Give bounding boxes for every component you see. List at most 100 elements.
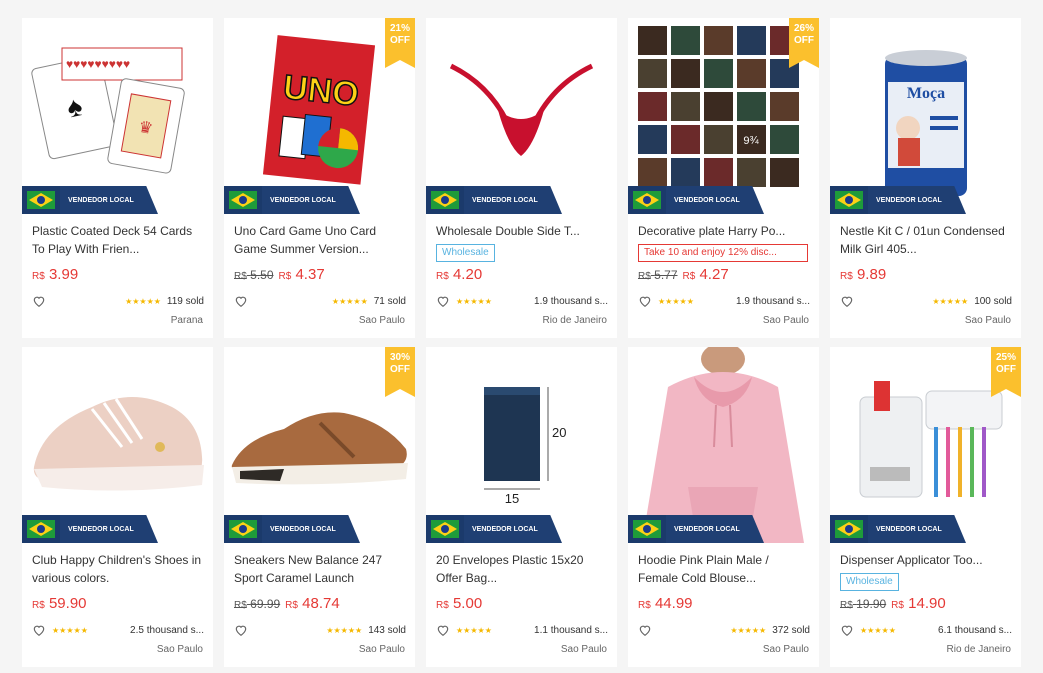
- current-price: R$ 4.27: [682, 266, 729, 283]
- product-title[interactable]: Dispenser Applicator Too...: [840, 551, 1012, 569]
- product-image[interactable]: VENDEDOR LOCAL: [426, 18, 617, 214]
- product-title[interactable]: Decorative plate Harry Po...: [638, 222, 810, 240]
- star-rating: ★★★★★: [52, 625, 88, 635]
- uno-logo-text: UNO: [281, 68, 360, 114]
- decorative-plate-tile: [704, 125, 733, 154]
- product-image[interactable]: ♠ ♥♥♥♥♥♥♥♥♥ ♛ VENDEDOR LOCAL: [22, 18, 213, 214]
- heart-icon[interactable]: [840, 623, 854, 637]
- current-price: R$ 44.99: [638, 595, 693, 612]
- product-meta: ★★★★★ 119 sold: [32, 294, 204, 308]
- seller-location: Sao Paulo: [762, 315, 809, 326]
- price-row: R$ 5.50 R$ 4.37: [234, 266, 325, 283]
- heart-icon[interactable]: [436, 623, 450, 637]
- star-rating: ★★★★★: [456, 296, 492, 306]
- product-meta: ★★★★★ 143 sold: [234, 623, 406, 637]
- product-card[interactable]: 9¾ 26% OFF VENDEDOR LOCAL Decorative pla…: [628, 18, 819, 338]
- local-seller-badge: VENDEDOR LOCAL: [628, 515, 764, 543]
- seller-location: Sao Paulo: [964, 315, 1011, 326]
- heart-icon[interactable]: [638, 623, 652, 637]
- brazil-flag-icon: [628, 515, 666, 543]
- seller-location: Sao Paulo: [358, 644, 405, 655]
- decorative-plate-tile: [737, 158, 766, 187]
- seller-location: Rio de Janeiro: [946, 644, 1011, 655]
- sold-count: 1.9 thousand s...: [534, 295, 608, 307]
- product-image[interactable]: 15 20 VENDEDOR LOCAL: [426, 347, 617, 543]
- product-card[interactable]: VENDEDOR LOCAL Hoodie Pink Plain Male / …: [628, 347, 819, 667]
- product-image[interactable]: 30% OFF VENDEDOR LOCAL: [224, 347, 415, 543]
- product-image[interactable]: Moça VENDEDOR LOCAL: [830, 18, 1021, 214]
- product-card[interactable]: 15 20 VENDEDOR LOCAL 20 Envelopes Plasti…: [426, 347, 617, 667]
- product-card[interactable]: UNO 21% OFF VENDEDOR LOCAL Uno Card Game…: [224, 18, 415, 338]
- price-row: R$ 3.99: [32, 266, 78, 283]
- product-image[interactable]: 9¾ 26% OFF VENDEDOR LOCAL: [628, 18, 819, 214]
- local-seller-badge: VENDEDOR LOCAL: [22, 515, 158, 543]
- local-seller-label: VENDEDOR LOCAL: [868, 515, 966, 543]
- heart-icon[interactable]: [32, 623, 46, 637]
- product-title[interactable]: Hoodie Pink Plain Male / Female Cold Blo…: [638, 551, 810, 587]
- sold-count: 100 sold: [974, 295, 1012, 307]
- moca-logo-text: Moça: [907, 85, 945, 102]
- product-card[interactable]: VENDEDOR LOCAL Wholesale Double Side T..…: [426, 18, 617, 338]
- product-card[interactable]: 30% OFF VENDEDOR LOCAL Sneakers New Bala…: [224, 347, 415, 667]
- star-rating: ★★★★★: [658, 296, 694, 306]
- discount-badge: 21% OFF: [385, 18, 415, 68]
- original-price: R$ 69.99: [234, 597, 281, 611]
- pink-shoe-image: [33, 397, 204, 491]
- heart-icon[interactable]: [234, 294, 248, 308]
- envelope-width-label: 15: [505, 491, 519, 506]
- product-title[interactable]: Sneakers New Balance 247 Sport Caramel L…: [234, 551, 406, 587]
- heart-icon[interactable]: [32, 294, 46, 308]
- decorative-plate-tile: [737, 92, 766, 121]
- product-image[interactable]: VENDEDOR LOCAL: [628, 347, 819, 543]
- discount-badge: 30% OFF: [385, 347, 415, 397]
- product-title[interactable]: Wholesale Double Side T...: [436, 222, 608, 240]
- decorative-plate-tile: [638, 59, 667, 88]
- product-title[interactable]: Club Happy Children's Shoes in various c…: [32, 551, 204, 587]
- original-price: R$ 19.90: [840, 597, 887, 611]
- discount-badge: 26% OFF: [789, 18, 819, 68]
- sold-count: 1.9 thousand s...: [736, 295, 810, 307]
- decorative-plate-tile: [638, 26, 667, 55]
- brazil-flag-icon: [224, 186, 262, 214]
- heart-icon[interactable]: [234, 623, 248, 637]
- product-title[interactable]: 20 Envelopes Plastic 15x20 Offer Bag...: [436, 551, 608, 587]
- local-seller-badge: VENDEDOR LOCAL: [22, 186, 158, 214]
- seller-location: Sao Paulo: [762, 644, 809, 655]
- product-grid: ♠ ♥♥♥♥♥♥♥♥♥ ♛ VENDEDOR LOCAL Plastic Coa…: [22, 18, 1021, 667]
- decorative-plate-tile: [671, 59, 700, 88]
- product-card[interactable]: Moça VENDEDOR LOCAL Nestle Kit C / 01un …: [830, 18, 1021, 338]
- sold-count: 1.1 thousand s...: [534, 624, 608, 636]
- playing-cards-image: ♠ ♥♥♥♥♥♥♥♥♥ ♛: [31, 47, 185, 174]
- product-card[interactable]: VENDEDOR LOCAL Club Happy Children's Sho…: [22, 347, 213, 667]
- original-price: R$ 5.50: [234, 268, 274, 282]
- product-meta: ★★★★★ 6.1 thousand s...: [840, 623, 1012, 637]
- decorative-plate-tile: [737, 59, 766, 88]
- product-card[interactable]: ♠ ♥♥♥♥♥♥♥♥♥ ♛ VENDEDOR LOCAL Plastic Coa…: [22, 18, 213, 338]
- heart-icon[interactable]: [638, 294, 652, 308]
- product-image[interactable]: VENDEDOR LOCAL: [22, 347, 213, 543]
- decorative-plate-tile: [704, 26, 733, 55]
- product-meta: ★★★★★ 1.9 thousand s...: [638, 294, 810, 308]
- svg-text:♥♥♥♥♥♥♥♥♥: ♥♥♥♥♥♥♥♥♥: [66, 57, 130, 71]
- platform-number-text: 9¾: [743, 135, 759, 147]
- sold-count: 6.1 thousand s...: [938, 624, 1012, 636]
- product-image[interactable]: 25% OFF VENDEDOR LOCAL: [830, 347, 1021, 543]
- product-title[interactable]: Nestle Kit C / 01un Condensed Milk Girl …: [840, 222, 1012, 258]
- red-garment-image: [449, 63, 594, 156]
- product-title[interactable]: Uno Card Game Uno Card Game Summer Versi…: [234, 222, 406, 258]
- pink-hoodie-image: [642, 347, 804, 543]
- local-seller-label: VENDEDOR LOCAL: [868, 186, 966, 214]
- product-image[interactable]: UNO 21% OFF VENDEDOR LOCAL: [224, 18, 415, 214]
- current-price: R$ 9.89: [840, 266, 887, 283]
- local-seller-badge: VENDEDOR LOCAL: [426, 515, 562, 543]
- local-seller-label: VENDEDOR LOCAL: [464, 186, 562, 214]
- product-card[interactable]: 25% OFF VENDEDOR LOCAL Dispenser Applica…: [830, 347, 1021, 667]
- product-title[interactable]: Plastic Coated Deck 54 Cards To Play Wit…: [32, 222, 204, 258]
- price-row: R$ 5.77 R$ 4.27: [638, 266, 729, 283]
- star-rating: ★★★★★: [125, 296, 161, 306]
- current-price: R$ 4.20: [436, 266, 483, 283]
- local-seller-badge: VENDEDOR LOCAL: [830, 186, 966, 214]
- brazil-flag-icon: [426, 515, 464, 543]
- heart-icon[interactable]: [840, 294, 854, 308]
- heart-icon[interactable]: [436, 294, 450, 308]
